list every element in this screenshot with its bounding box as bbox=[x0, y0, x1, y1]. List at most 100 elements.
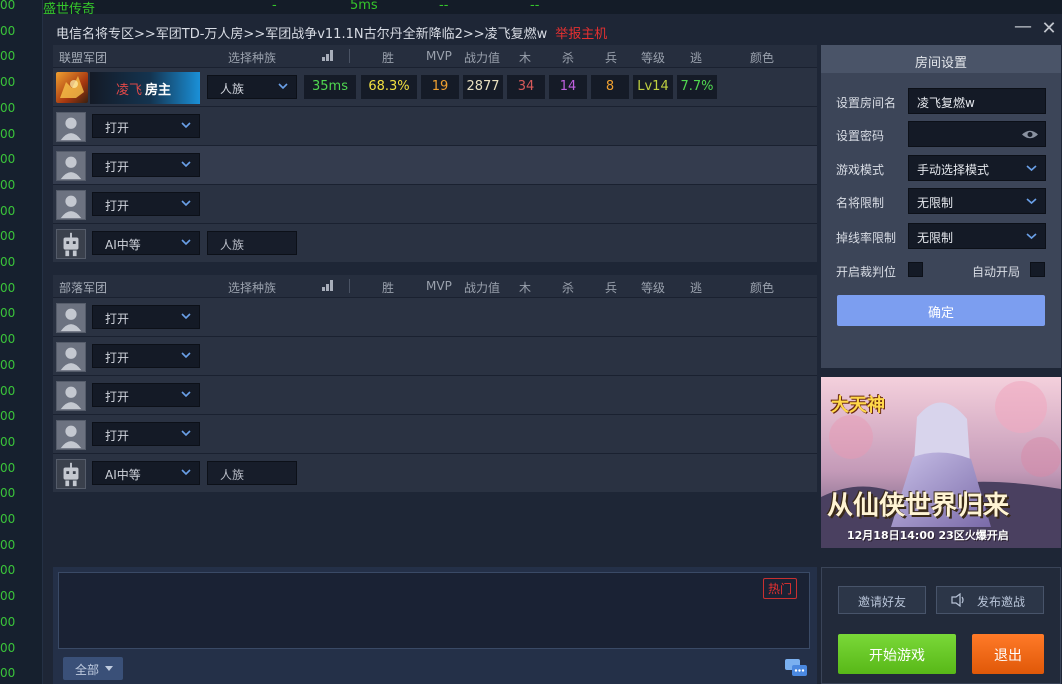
slot-status-select[interactable]: 打开 bbox=[92, 344, 200, 368]
close-button[interactable]: ✕ bbox=[1038, 18, 1060, 39]
slot-status-select[interactable]: 打开 bbox=[92, 114, 200, 138]
alliance-team-panel: 联盟军团 选择种族 胜 MVP 战力值 木 杀 兵 等级 逃 颜色 凌飞 房主 人… bbox=[53, 45, 817, 262]
report-host-link[interactable]: 举报主机 bbox=[555, 27, 607, 42]
slot-status: 打开 bbox=[105, 160, 130, 174]
room-name-input[interactable]: 凌飞复燃w bbox=[908, 88, 1046, 114]
ai-race: 人族 bbox=[220, 238, 245, 252]
settings-header: 房间设置 bbox=[821, 45, 1061, 73]
exit-button[interactable]: 退出 bbox=[972, 634, 1044, 674]
col-wood: 木 bbox=[519, 51, 532, 65]
team-name: 联盟军团 bbox=[59, 51, 108, 65]
chevron-down-icon bbox=[181, 313, 191, 320]
password-input[interactable] bbox=[908, 121, 1046, 147]
list-col3: -- bbox=[439, 0, 449, 13]
channel-select[interactable]: 全部 bbox=[63, 657, 123, 680]
list-row-number: 00 bbox=[0, 589, 16, 604]
slot-row[interactable]: 打开 bbox=[53, 375, 817, 414]
list-row-number: 00 bbox=[0, 100, 16, 115]
signal-icon bbox=[322, 280, 336, 291]
list-row-number: 00 bbox=[0, 75, 16, 90]
slot-row[interactable]: 打开 bbox=[53, 106, 817, 145]
list-ping: 5ms bbox=[350, 0, 378, 13]
list-row-number: 00 bbox=[0, 49, 16, 64]
list-row-number: 00 bbox=[0, 306, 16, 321]
wood-value: 34 bbox=[507, 75, 545, 99]
name-limit-select[interactable]: 无限制 bbox=[908, 188, 1046, 214]
list-row-number: 00 bbox=[0, 357, 16, 372]
broadcast-challenge-button[interactable]: 发布邀战 bbox=[936, 586, 1044, 614]
alliance-header: 联盟军团 选择种族 胜 MVP 战力值 木 杀 兵 等级 逃 颜色 bbox=[53, 45, 817, 67]
chat-message-area[interactable]: 热门 bbox=[58, 572, 810, 649]
drop-limit-select[interactable]: 无限制 bbox=[908, 223, 1046, 249]
chevron-down-icon bbox=[1026, 165, 1037, 172]
ad-date: 12月18日14:00 23区火爆开启 bbox=[847, 529, 1009, 542]
list-col1: - bbox=[272, 0, 277, 13]
list-row-number: 00 bbox=[0, 383, 16, 398]
col-race: 选择种族 bbox=[228, 51, 277, 65]
slot-status-select[interactable]: 打开 bbox=[92, 422, 200, 446]
password-row: 设置密码 bbox=[821, 121, 1061, 147]
invite-friends-button[interactable]: 邀请好友 bbox=[838, 586, 926, 614]
robot-icon bbox=[56, 459, 86, 489]
col-level: 等级 bbox=[641, 281, 666, 295]
ai-race-field: 人族 bbox=[207, 231, 297, 255]
start-game-button[interactable]: 开始游戏 bbox=[838, 634, 956, 674]
ai-slot-row[interactable]: AI中等 人族 bbox=[53, 453, 817, 492]
slot-row[interactable]: 打开 bbox=[53, 297, 817, 336]
minimize-button[interactable]: — bbox=[1012, 16, 1034, 37]
chevron-down-icon bbox=[181, 352, 191, 359]
chevron-down-icon bbox=[181, 200, 191, 207]
empty-avatar-icon bbox=[56, 381, 86, 411]
eye-icon[interactable] bbox=[1021, 129, 1039, 140]
window-title: 电信名将专区>>军团TD-万人房>>军团战争v11.1N古尔丹全新降临2>>凌飞… bbox=[56, 23, 607, 42]
slot-status-select[interactable]: 打开 bbox=[92, 192, 200, 216]
chat-bubble-icon[interactable] bbox=[784, 657, 808, 679]
horde-team-panel: 部落军团 选择种族 胜 MVP 战力值 木 杀 兵 等级 逃 颜色 打开 打开 … bbox=[53, 275, 817, 492]
referee-checkbox[interactable] bbox=[908, 262, 923, 277]
ad-logo: 大天神 bbox=[831, 395, 885, 416]
signal-icon bbox=[322, 50, 336, 61]
list-row-number: 00 bbox=[0, 152, 16, 167]
ai-slot-row[interactable]: AI中等 人族 bbox=[53, 223, 817, 262]
list-row-number: 00 bbox=[0, 434, 16, 449]
col-race: 选择种族 bbox=[228, 281, 277, 295]
page: 00 00 00 00 00 00 00 00 00 00 00 00 00 00 00 00 00 00 00 00… bbox=[0, 0, 1062, 684]
col-escape: 逃 bbox=[690, 51, 703, 65]
ai-difficulty-select[interactable]: AI中等 bbox=[92, 461, 200, 485]
referee-label: 开启裁判位 bbox=[836, 265, 897, 279]
ai-race: 人族 bbox=[220, 468, 245, 482]
slot-status-select[interactable]: 打开 bbox=[92, 305, 200, 329]
host-player-row[interactable]: 凌飞 房主 人族 35ms 68.3% 19 2877 34 14 8 Lv14 … bbox=[53, 67, 817, 106]
win-rate: 68.3% bbox=[361, 75, 417, 99]
list-row-number: 00 bbox=[0, 23, 16, 38]
slot-status-select[interactable]: 打开 bbox=[92, 383, 200, 407]
host-name-banner: 凌飞 房主 bbox=[90, 72, 200, 104]
list-row-number: 00 bbox=[0, 563, 16, 578]
game-mode-select[interactable]: 手动选择模式 bbox=[908, 155, 1046, 181]
empty-avatar-icon bbox=[56, 151, 86, 181]
slot-row[interactable]: 打开 bbox=[53, 184, 817, 223]
slot-row[interactable]: 打开 bbox=[53, 145, 817, 184]
race-select[interactable]: 人族 bbox=[207, 75, 297, 99]
background-list-top-row[interactable]: 盛世传奇 - 5ms -- -- bbox=[43, 0, 1062, 17]
confirm-button[interactable]: 确定 bbox=[837, 295, 1045, 326]
col-mvp: MVP bbox=[426, 49, 452, 63]
col-kill: 杀 bbox=[562, 51, 575, 65]
slot-status-select[interactable]: 打开 bbox=[92, 153, 200, 177]
list-row-number: 00 bbox=[0, 177, 16, 192]
auto-start-label: 自动开局 bbox=[972, 265, 1021, 279]
empty-avatar-icon bbox=[56, 303, 86, 333]
ai-difficulty-select[interactable]: AI中等 bbox=[92, 231, 200, 255]
name-limit-row: 名将限制 无限制 bbox=[821, 188, 1061, 214]
col-soldier: 兵 bbox=[605, 51, 618, 65]
slot-row[interactable]: 打开 bbox=[53, 414, 817, 453]
broadcast-label: 发布邀战 bbox=[976, 595, 1025, 609]
list-row-number: 00 bbox=[0, 512, 16, 526]
room-name-label: 设置房间名 bbox=[836, 96, 897, 110]
ad-banner[interactable]: 大天神 从仙侠世界归来 12月18日14:00 23区火爆开启 bbox=[821, 377, 1061, 548]
auto-start-checkbox[interactable] bbox=[1030, 262, 1045, 277]
slot-row[interactable]: 打开 bbox=[53, 336, 817, 375]
hot-button[interactable]: 热门 bbox=[762, 578, 797, 599]
ai-race-field: 人族 bbox=[207, 461, 297, 485]
room-name-row: 设置房间名 凌飞复燃w bbox=[821, 88, 1061, 114]
